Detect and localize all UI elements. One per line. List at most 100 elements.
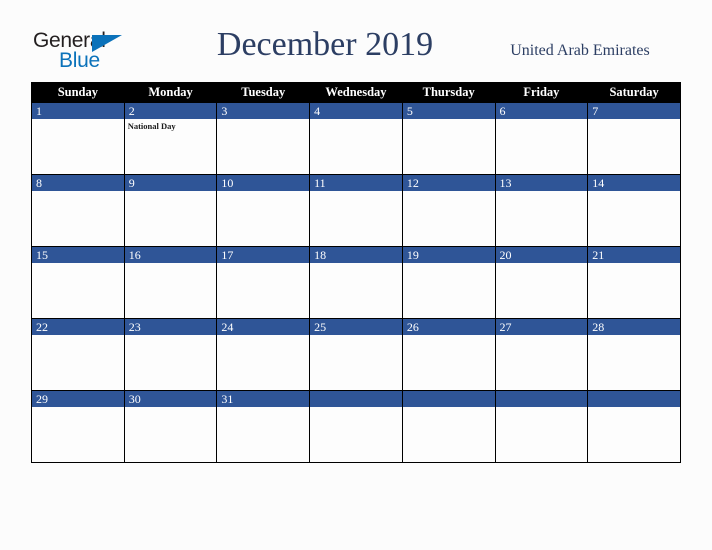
holiday-label: National Day (127, 121, 176, 131)
day-events (496, 263, 588, 265)
calendar-day-cell[interactable]: 18 (309, 246, 403, 319)
calendar-day-cell[interactable]: 1 (31, 102, 125, 175)
calendar-day-cell[interactable]: 16 (123, 246, 218, 319)
day-number: 12 (402, 175, 495, 191)
country-label: United Arab Emirates (510, 42, 650, 59)
day-number: 19 (402, 247, 495, 263)
day-number: 29 (32, 391, 124, 407)
day-number: 18 (310, 247, 402, 263)
weekday-header-friday: Friday (494, 82, 589, 103)
calendar-day-cell[interactable]: 29 (31, 390, 125, 463)
calendar-day-cell[interactable]: 17 (216, 246, 311, 319)
day-events (217, 263, 309, 265)
day-events (125, 407, 217, 409)
calendar-week-row: 15 16 17 18 19 20 21 (31, 246, 681, 319)
calendar-day-cell[interactable]: 31 (216, 390, 311, 463)
day-number: 1 (32, 103, 124, 119)
day-events (125, 263, 217, 265)
calendar-day-cell[interactable]: 14 (587, 174, 681, 247)
calendar-day-cell[interactable]: 19 (401, 246, 496, 319)
day-number: 22 (32, 319, 124, 335)
calendar-day-cell[interactable]: 25 (309, 318, 403, 391)
day-number: 21 (588, 247, 680, 263)
day-events: National Day (125, 119, 217, 132)
day-number: 28 (588, 319, 680, 335)
calendar-day-cell[interactable]: 24 (216, 318, 311, 391)
calendar-day-cell[interactable]: 2 National Day (123, 102, 218, 175)
day-number: 20 (495, 247, 588, 263)
calendar-empty-cell (401, 390, 496, 463)
day-number: 10 (217, 175, 310, 191)
calendar-day-cell[interactable]: 28 (587, 318, 681, 391)
day-number: 26 (402, 319, 495, 335)
day-number (495, 391, 588, 407)
day-events (588, 335, 680, 337)
day-number (588, 391, 680, 407)
day-events (32, 407, 124, 409)
weekday-header-sunday: Sunday (31, 82, 125, 103)
calendar-empty-cell (587, 390, 681, 463)
day-number: 6 (495, 103, 588, 119)
calendar-day-cell[interactable]: 23 (123, 318, 218, 391)
day-events (217, 119, 309, 121)
calendar-week-row: 8 9 10 11 12 13 14 (31, 174, 681, 247)
calendar-day-cell[interactable]: 12 (401, 174, 496, 247)
calendar-day-cell[interactable]: 3 (216, 102, 311, 175)
day-events (588, 407, 680, 409)
calendar-day-cell[interactable]: 5 (401, 102, 496, 175)
calendar-day-cell[interactable]: 26 (401, 318, 496, 391)
calendar-day-cell[interactable]: 30 (123, 390, 218, 463)
day-events (496, 191, 588, 193)
page-header: General Blue December 2019 United Arab E… (0, 0, 712, 82)
day-number: 15 (32, 247, 124, 263)
day-events (217, 407, 309, 409)
weekday-header-thursday: Thursday (401, 82, 496, 103)
calendar-day-cell[interactable]: 15 (31, 246, 125, 319)
weekday-header-tuesday: Tuesday (216, 82, 311, 103)
day-number: 30 (124, 391, 217, 407)
day-events (403, 191, 495, 193)
calendar-day-cell[interactable]: 9 (123, 174, 218, 247)
day-number: 24 (217, 319, 310, 335)
day-events (496, 407, 588, 409)
calendar-day-cell[interactable]: 6 (494, 102, 589, 175)
calendar-day-cell[interactable]: 11 (309, 174, 403, 247)
calendar-day-cell[interactable]: 21 (587, 246, 681, 319)
day-events (403, 263, 495, 265)
calendar-day-cell[interactable]: 10 (216, 174, 311, 247)
calendar-day-cell[interactable]: 27 (494, 318, 589, 391)
day-number: 5 (402, 103, 495, 119)
calendar-day-cell[interactable]: 7 (587, 102, 681, 175)
calendar-week-row: 1 2 National Day 3 4 5 6 7 (31, 102, 681, 175)
day-events (403, 407, 495, 409)
calendar-body: 1 2 National Day 3 4 5 6 7 8 9 10 11 12 13 14 15 16 17 18 1… (31, 102, 681, 463)
calendar-grid: Sunday Monday Tuesday Wednesday Thursday Frid… (31, 82, 681, 463)
weekday-header-wednesday: Wednesday (309, 82, 403, 103)
calendar-day-cell[interactable]: 13 (494, 174, 589, 247)
day-number (402, 391, 495, 407)
day-events (403, 119, 495, 121)
day-events (588, 191, 680, 193)
day-number: 7 (588, 103, 680, 119)
calendar-day-cell[interactable]: 22 (31, 318, 125, 391)
day-events (217, 335, 309, 337)
day-events (125, 191, 217, 193)
day-number: 23 (124, 319, 217, 335)
calendar-page: General Blue December 2019 United Arab E… (0, 0, 712, 550)
day-number (310, 391, 402, 407)
day-events (588, 263, 680, 265)
calendar-day-cell[interactable]: 8 (31, 174, 125, 247)
weekday-header-saturday: Saturday (587, 82, 681, 103)
day-events (310, 407, 402, 409)
general-blue-logo[interactable]: General Blue (33, 30, 133, 76)
day-events (310, 263, 402, 265)
day-events (496, 335, 588, 337)
day-number: 11 (310, 175, 402, 191)
calendar-day-cell[interactable]: 20 (494, 246, 589, 319)
page-title: December 2019 (216, 26, 434, 63)
calendar-day-cell[interactable]: 4 (309, 102, 403, 175)
calendar-empty-cell (309, 390, 403, 463)
day-events (403, 335, 495, 337)
weekday-header-row: Sunday Monday Tuesday Wednesday Thursday Frid… (31, 82, 681, 103)
day-events (310, 191, 402, 193)
